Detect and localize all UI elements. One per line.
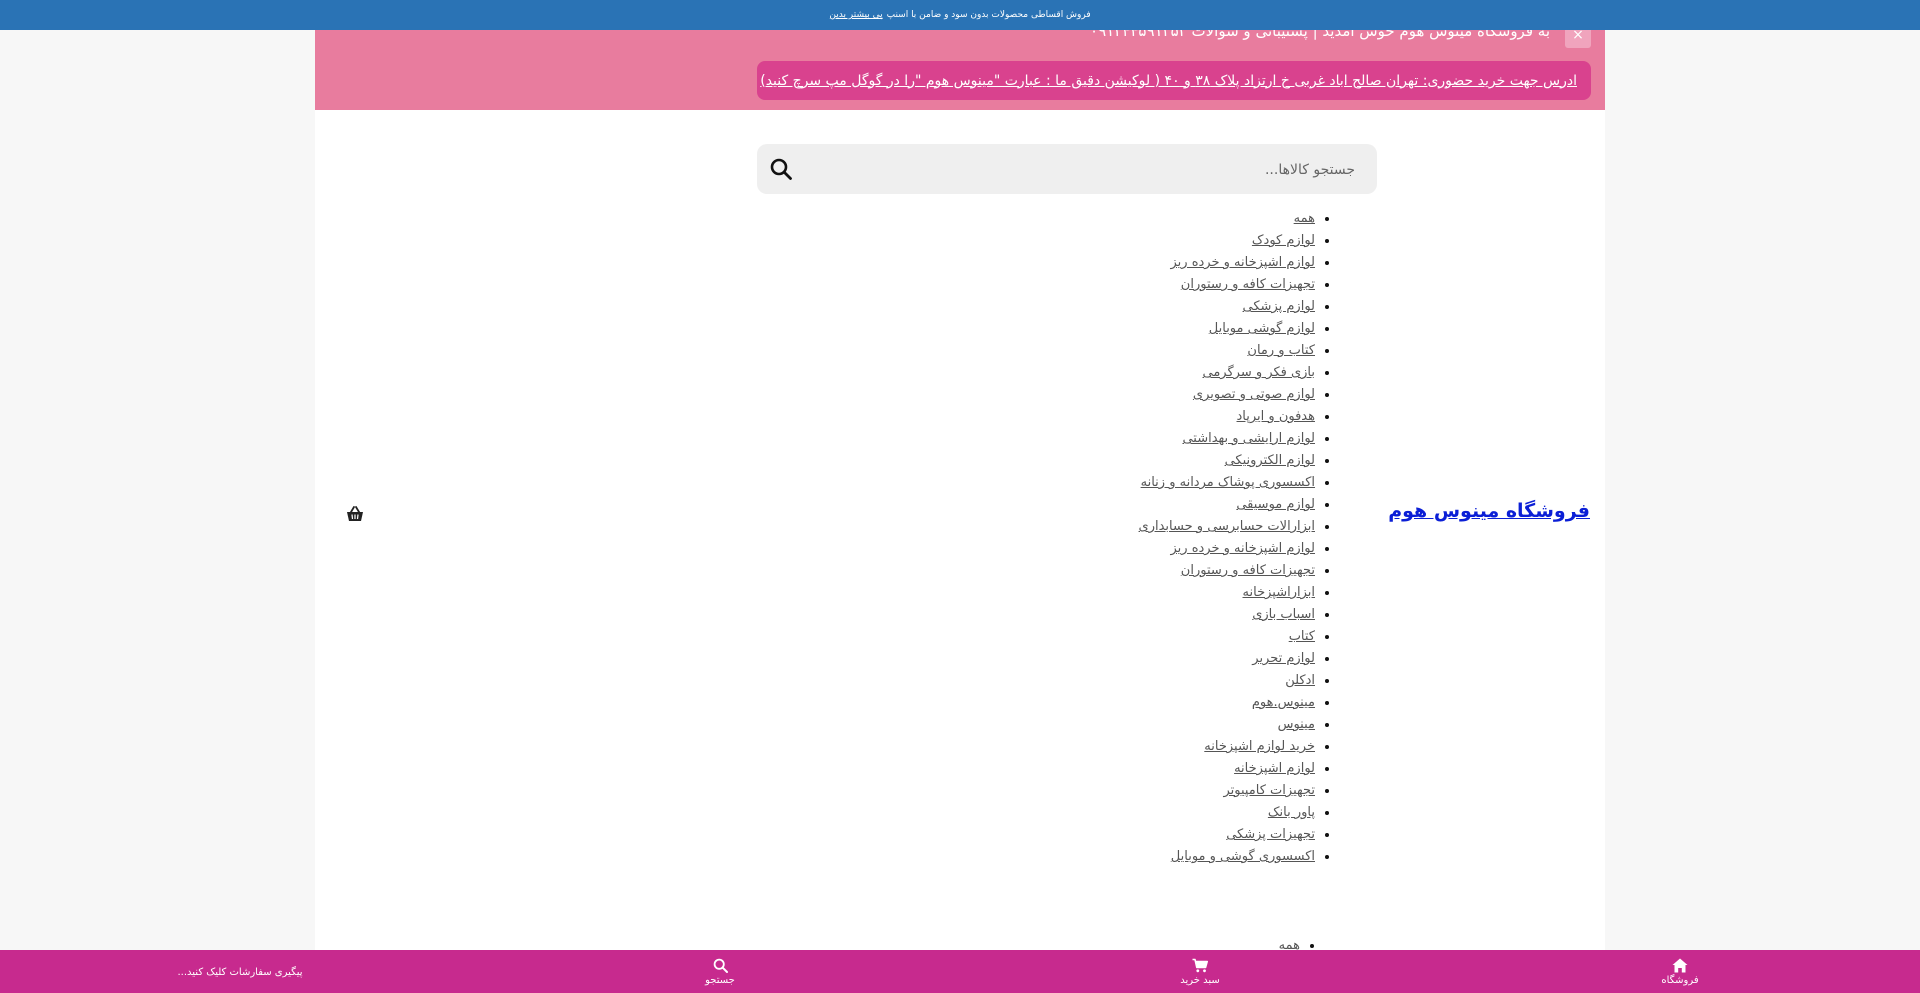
search-button[interactable] [767, 155, 795, 183]
category-link[interactable]: مینوس.هوم [1252, 695, 1315, 710]
category-item: کتاب و رمان [1139, 340, 1315, 362]
category-link[interactable]: لوازم الکترونیکی [1225, 453, 1315, 468]
category-item: لوازم کودک [1139, 230, 1315, 252]
category-link[interactable]: کتاب [1289, 629, 1315, 644]
category-link[interactable]: لوازم کودک [1252, 233, 1315, 248]
promo-text: فروش اقساطی محصولات بدون سود و ضامن با ا… [886, 10, 1091, 20]
category-list: همه لوازم کودک لوازم اشپزخانه و خرده ریز تج… [1139, 208, 1335, 868]
promo-top-bar: فروش اقساطی محصولات بدون سود و ضامن با ا… [0, 0, 1920, 30]
category-link[interactable]: تجهیزات کامپیوتر [1223, 783, 1315, 798]
category-link[interactable]: تجهیزات پزشکی [1226, 827, 1315, 842]
category-link[interactable]: لوازم موسیقی [1236, 497, 1315, 512]
nav-order-tracking[interactable]: پیگیری سفارشات کلیک کنید... [177, 950, 303, 993]
category-item: اکسسوری پوشاک مردانه و زنانه [1139, 472, 1315, 494]
category-link[interactable]: لوازم صوتی و تصویری [1193, 387, 1315, 402]
category-item: تجهیزات کافه و رستوران [1139, 274, 1315, 296]
site-title-link[interactable]: فروشگاه مینوس هوم [1388, 500, 1590, 522]
category-link[interactable]: لوازم تحریر [1252, 651, 1315, 666]
category-item: همه [1139, 208, 1315, 230]
category-item: کتاب [1139, 626, 1315, 648]
category-item: لوازم تحریر [1139, 648, 1315, 670]
category-link[interactable]: ابزارالات حسابرسی و حسابداری [1139, 519, 1315, 534]
nav-search-label: جستجو [705, 974, 735, 986]
search-input[interactable] [833, 144, 1357, 196]
category-link[interactable]: تجهیزات کافه و رستوران [1181, 563, 1315, 578]
category-link[interactable]: لوازم اشپزخانه [1234, 761, 1315, 776]
category-item: پاور بانک [1139, 802, 1315, 824]
category-item: تجهیزات کامپیوتر [1139, 780, 1315, 802]
nav-order-tracking-label: پیگیری سفارشات کلیک کنید... [177, 967, 303, 978]
category-link[interactable]: اکسسوری پوشاک مردانه و زنانه [1141, 475, 1315, 490]
category-link[interactable]: لوازم اشپزخانه و خرده ریز [1171, 255, 1316, 270]
category-link[interactable]: کتاب و رمان [1247, 343, 1315, 358]
search-icon [770, 158, 792, 180]
category-item: لوازم صوتی و تصویری [1139, 384, 1315, 406]
home-icon [1672, 958, 1688, 972]
nav-cart-label: سبد خرید [1180, 974, 1220, 986]
nav-shop[interactable]: فروشگاه [1620, 950, 1740, 993]
category-item: مینوس [1139, 714, 1315, 736]
category-item: تجهیزات کافه و رستوران [1139, 560, 1315, 582]
category-item: لوازم اشپزخانه [1139, 758, 1315, 780]
category-link[interactable]: مینوس [1278, 717, 1315, 732]
search-icon [713, 958, 728, 973]
category-item: مینوس.هوم [1139, 692, 1315, 714]
category-item: لوازم الکترونیکی [1139, 450, 1315, 472]
category-link[interactable]: پاور بانک [1268, 805, 1315, 820]
category-item: ابزاراشپزخانه [1139, 582, 1315, 604]
cart-button[interactable] [345, 504, 365, 524]
category-link[interactable]: اسباب بازی [1252, 607, 1315, 622]
category-item: ابزارالات حسابرسی و حسابداری [1139, 516, 1315, 538]
category-link[interactable]: خرید لوازم اشپزخانه [1204, 739, 1315, 754]
category-item: لوازم اشپزخانه و خرده ریز [1139, 538, 1316, 560]
category-item: اسباب بازی [1139, 604, 1315, 626]
address-pill[interactable]: ادرس جهت خرید حضوری: تهران صالح اباد غرب… [757, 61, 1591, 100]
category-item: لوازم گوشی موبایل [1139, 318, 1315, 340]
nav-shop-label: فروشگاه [1661, 974, 1699, 986]
category-item: بازی فکر و سرگرمی [1139, 362, 1316, 384]
category-link[interactable]: لوازم گوشی موبایل [1209, 321, 1315, 336]
category-item: اکسسوری گوشی و موبایل [1139, 846, 1315, 868]
category-link[interactable]: لوازم پزشکی [1243, 299, 1315, 314]
category-link[interactable]: بازی فکر و سرگرمی [1203, 365, 1316, 380]
nav-cart[interactable]: سبد خرید [1140, 950, 1260, 993]
category-item: هدفون و ایرپاد [1139, 406, 1315, 428]
category-item: ادکلن [1139, 670, 1315, 692]
promo-link[interactable]: پی بیشتر بدین [829, 10, 882, 20]
category-item: لوازم موسیقی [1139, 494, 1315, 516]
bottom-nav: فروشگاه سبد خرید جستجو پیگیری سفارشات کل… [0, 950, 1920, 993]
category-item: خرید لوازم اشپزخانه [1139, 736, 1315, 758]
category-link[interactable]: لوازم اشپزخانه و خرده ریز [1171, 541, 1316, 556]
category-link[interactable]: ابزاراشپزخانه [1243, 585, 1315, 600]
nav-search[interactable]: جستجو [660, 950, 780, 993]
category-item: لوازم اشپزخانه و خرده ریز [1139, 252, 1316, 274]
category-item: لوازم پزشکی [1139, 296, 1315, 318]
search-box [757, 144, 1377, 196]
category-link[interactable]: هدفون و ایرپاد [1237, 409, 1315, 424]
category-link[interactable]: لوازم ارایشی و بهداشتی [1182, 431, 1315, 446]
category-item: تجهیزات پزشکی [1139, 824, 1315, 846]
category-link[interactable]: اکسسوری گوشی و موبایل [1171, 849, 1315, 864]
page-container: × به فروشگاه مینوس هوم خوش امدید | پشتیب… [315, 0, 1605, 993]
category-link[interactable]: ادکلن [1285, 673, 1315, 688]
category-link[interactable]: تجهیزات کافه و رستوران [1181, 277, 1315, 292]
cart-icon [1192, 958, 1208, 972]
address-link[interactable]: ادرس جهت خرید حضوری: تهران صالح اباد غرب… [760, 73, 1577, 89]
basket-icon [347, 506, 363, 521]
category-item: لوازم ارایشی و بهداشتی [1139, 428, 1315, 450]
category-link[interactable]: همه [1294, 211, 1315, 226]
